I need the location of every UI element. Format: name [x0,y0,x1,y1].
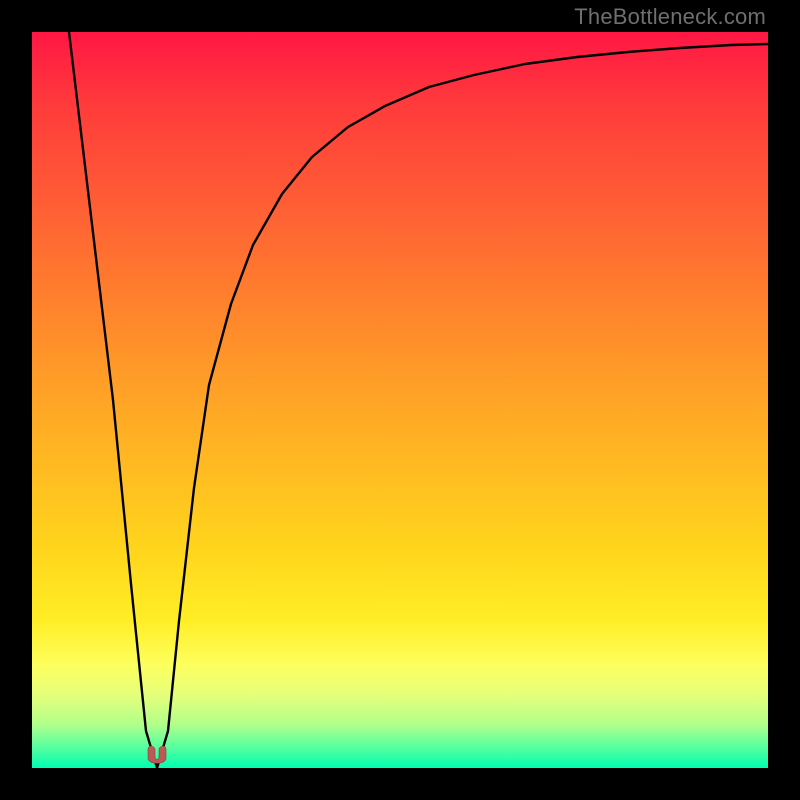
bottleneck-curve-path [69,32,768,768]
plot-area [32,32,768,768]
chart-frame: TheBottleneck.com [0,0,800,800]
attribution-text: TheBottleneck.com [574,4,766,30]
curve-svg [32,32,768,768]
